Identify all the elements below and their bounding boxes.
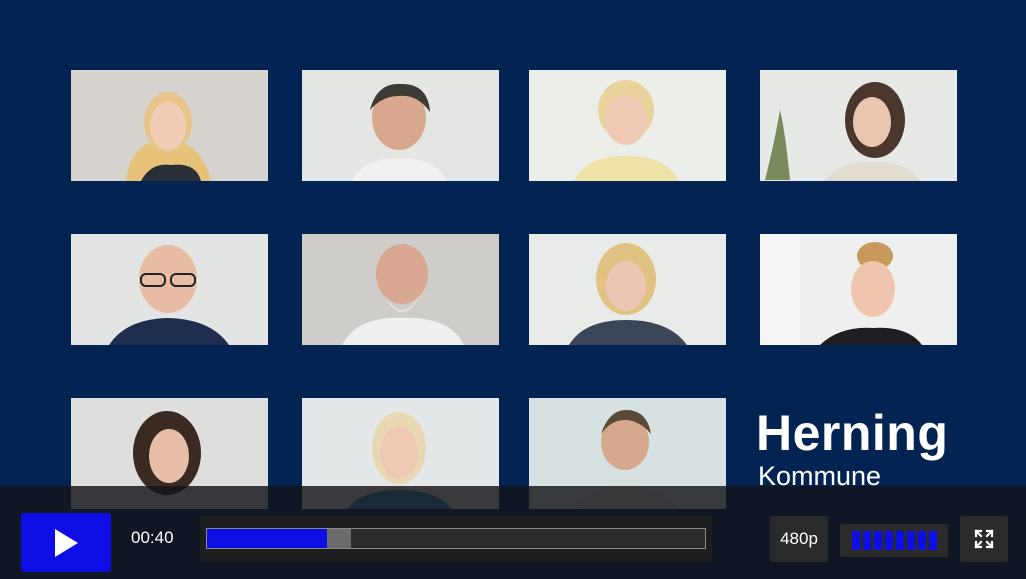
fullscreen-icon: [974, 529, 994, 549]
play-icon: [55, 528, 78, 557]
volume-bar: [928, 531, 937, 550]
quality-button[interactable]: 480p: [770, 516, 828, 562]
volume-bar: [895, 531, 904, 550]
participant-tile: [760, 70, 957, 181]
volume-bar: [862, 531, 871, 550]
participant-tile: [529, 234, 726, 345]
fullscreen-button[interactable]: [960, 516, 1008, 562]
participant-tile: [71, 70, 268, 181]
participant-tile: [71, 234, 268, 345]
volume-slider[interactable]: [840, 524, 948, 557]
play-button[interactable]: [21, 513, 111, 572]
current-time: 00:40: [131, 528, 174, 547]
participant-tile: [760, 234, 957, 345]
volume-bar: [917, 531, 926, 550]
volume-bar: [884, 531, 893, 550]
volume-bar: [906, 531, 915, 550]
progress-bar[interactable]: [200, 516, 712, 562]
player-control-bar: 00:40 480p: [0, 486, 1026, 579]
progress-played: [207, 529, 327, 548]
volume-bar: [851, 531, 860, 550]
herning-kommune-logo: Herning Kommune: [756, 405, 948, 491]
participant-tile: [529, 70, 726, 181]
logo-title: Herning: [756, 405, 949, 461]
participant-tile: [302, 234, 499, 345]
progress-track[interactable]: [206, 528, 706, 549]
volume-bar: [873, 531, 882, 550]
participant-tile: [302, 70, 499, 181]
